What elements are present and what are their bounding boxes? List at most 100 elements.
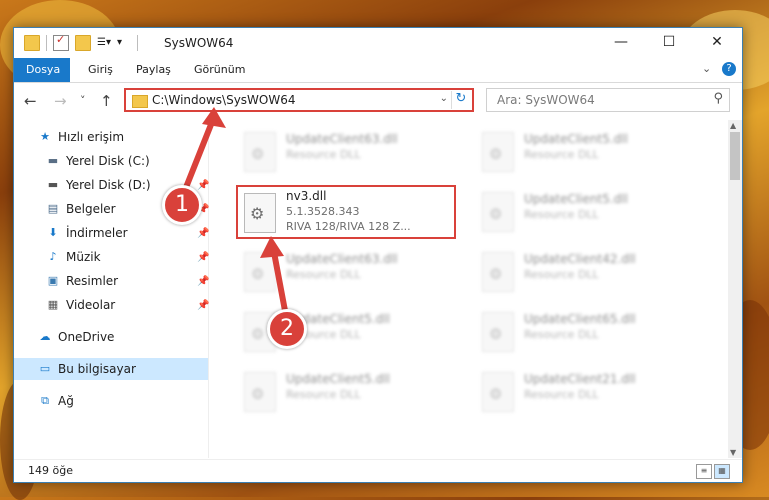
recent-locations-button[interactable]: ˅ bbox=[80, 94, 86, 107]
navigation-bar: ← → ˅ ↑ C:\Windows\SysWOW64 ⌄ ↻ Ara: Sys… bbox=[14, 83, 742, 119]
sidebar-item-label: OneDrive bbox=[58, 330, 115, 344]
tab-file[interactable]: Dosya bbox=[14, 58, 70, 82]
sidebar-item-pictures[interactable]: ▣ Resimler bbox=[46, 270, 118, 292]
network-icon: ⧉ bbox=[41, 394, 49, 407]
window-title: SysWOW64 bbox=[164, 36, 234, 50]
details-view-icon[interactable]: ≡ bbox=[696, 464, 712, 479]
item-count: 149 öğe bbox=[28, 464, 73, 477]
tab-view[interactable]: Görünüm bbox=[182, 58, 257, 82]
sidebar-item-disk-d[interactable]: ▬ Yerel Disk (D:) bbox=[46, 174, 151, 196]
pin-icon[interactable]: 📌 bbox=[197, 252, 209, 263]
search-placeholder: Ara: SysWOW64 bbox=[497, 93, 595, 107]
new-folder-icon[interactable] bbox=[75, 35, 91, 51]
file-tile[interactable]: UpdateClient63.dll Resource DLL bbox=[236, 248, 456, 300]
pin-icon[interactable]: 📌 bbox=[197, 180, 209, 191]
minimize-button[interactable]: — bbox=[598, 28, 644, 58]
file-tile[interactable]: UpdateClient65.dll Resource DLL bbox=[474, 308, 694, 360]
dll-file-icon bbox=[244, 193, 276, 233]
vertical-scrollbar[interactable]: ▲ ▼ bbox=[728, 120, 742, 458]
star-icon: ★ bbox=[40, 130, 50, 143]
folder-icon bbox=[24, 35, 40, 51]
dll-file-icon bbox=[482, 132, 514, 172]
file-version: 5.1.3528.343 bbox=[286, 205, 360, 218]
sidebar-item-label: Yerel Disk (C:) bbox=[66, 154, 150, 168]
step-1-badge: 1 bbox=[162, 185, 202, 225]
sidebar-item-label: Videolar bbox=[66, 298, 116, 312]
address-path[interactable]: C:\Windows\SysWOW64 bbox=[152, 93, 296, 107]
video-icon: ▦ bbox=[47, 298, 59, 311]
sidebar-item-downloads[interactable]: ⬇ İndirmeler bbox=[46, 222, 128, 244]
maximize-button[interactable]: ☐ bbox=[646, 28, 692, 58]
file-tile[interactable]: UpdateClient5.dll Resource DLL bbox=[474, 128, 694, 180]
customize-toolbar-icon[interactable]: ☰▾ bbox=[97, 36, 111, 50]
sidebar-item-quick-access[interactable]: ★ Hızlı erişim bbox=[38, 126, 124, 148]
sidebar-item-network[interactable]: ⧉ Ağ bbox=[38, 390, 74, 412]
ribbon-tabs: Dosya Giriş Paylaş Görünüm ⌄ ? bbox=[14, 58, 742, 83]
refresh-button[interactable]: ↻ bbox=[451, 91, 470, 109]
drive-icon: ▬ bbox=[47, 178, 59, 191]
sidebar-item-disk-c[interactable]: ▬ Yerel Disk (C:) bbox=[46, 150, 150, 172]
pictures-icon: ▣ bbox=[47, 274, 59, 287]
pin-icon[interactable]: 📌 bbox=[197, 300, 209, 311]
dll-file-icon bbox=[482, 192, 514, 232]
file-tile[interactable]: UpdateClient5.dll Resource DLL bbox=[236, 368, 456, 420]
folder-icon bbox=[132, 95, 148, 108]
address-bar[interactable]: C:\Windows\SysWOW64 ⌄ ↻ bbox=[124, 88, 474, 112]
status-bar: 149 öğe ≡ ▦ bbox=[14, 459, 742, 482]
sidebar-item-videos[interactable]: ▦ Videolar bbox=[46, 294, 115, 316]
cloud-icon: ☁ bbox=[39, 330, 51, 343]
close-button[interactable]: ✕ bbox=[694, 28, 740, 58]
title-bar: ☰▾ ▾ SysWOW64 — ☐ ✕ bbox=[14, 28, 742, 58]
sidebar-item-label: Belgeler bbox=[66, 202, 116, 216]
sidebar-item-this-pc[interactable]: ▭ Bu bilgisayar bbox=[14, 358, 208, 380]
up-button[interactable]: ↑ bbox=[100, 92, 113, 110]
download-icon: ⬇ bbox=[48, 226, 58, 239]
sidebar-item-label: Hızlı erişim bbox=[58, 130, 125, 144]
step-2-badge: 2 bbox=[267, 309, 307, 349]
scroll-thumb[interactable] bbox=[730, 132, 740, 180]
properties-icon[interactable] bbox=[53, 33, 69, 51]
file-tile[interactable]: UpdateClient5.dll Resource DLL bbox=[474, 188, 694, 240]
file-description: RIVA 128/RIVA 128 Z... bbox=[286, 220, 411, 233]
documents-icon: ▤ bbox=[47, 202, 59, 215]
tab-share[interactable]: Paylaş bbox=[124, 58, 183, 82]
search-icon[interactable]: ⚲ bbox=[713, 91, 723, 106]
sidebar-item-label: Resimler bbox=[66, 274, 119, 288]
file-tile[interactable]: UpdateClient63.dll Resource DLL bbox=[236, 128, 456, 180]
sidebar-item-documents[interactable]: ▤ Belgeler bbox=[46, 198, 116, 220]
dll-file-icon bbox=[482, 372, 514, 412]
explorer-window: ☰▾ ▾ SysWOW64 — ☐ ✕ Dosya Giriş Paylaş G… bbox=[13, 27, 743, 483]
forward-button[interactable]: → bbox=[54, 92, 67, 110]
music-icon: ♪ bbox=[49, 250, 57, 263]
pin-icon[interactable]: 📌 bbox=[197, 228, 209, 239]
address-dropdown-icon[interactable]: ⌄ bbox=[440, 93, 448, 104]
file-list: UpdateClient63.dll Resource DLL UpdateCl… bbox=[210, 120, 728, 458]
sidebar-item-onedrive[interactable]: ☁ OneDrive bbox=[38, 326, 115, 348]
dll-file-icon bbox=[244, 252, 276, 292]
sidebar-item-music[interactable]: ♪ Müzik bbox=[46, 246, 101, 268]
scroll-up-icon[interactable]: ▲ bbox=[730, 121, 736, 130]
pin-icon[interactable]: 📌 bbox=[197, 276, 209, 287]
dll-file-icon bbox=[482, 252, 514, 292]
toolbar-dropdown-icon[interactable]: ▾ bbox=[117, 36, 131, 50]
file-tile-selected[interactable]: nv3.dll 5.1.3528.343 RIVA 128/RIVA 128 Z… bbox=[236, 185, 456, 239]
dll-file-icon bbox=[244, 132, 276, 172]
drive-icon: ▬ bbox=[47, 154, 59, 167]
sidebar-item-label: Ağ bbox=[58, 394, 74, 408]
quick-access-toolbar: ☰▾ ▾ bbox=[24, 33, 138, 51]
file-name: nv3.dll bbox=[286, 189, 327, 203]
sidebar-item-label: Bu bilgisayar bbox=[58, 362, 136, 376]
dll-file-icon bbox=[482, 312, 514, 352]
sidebar-item-label: Müzik bbox=[66, 250, 101, 264]
help-icon[interactable]: ? bbox=[722, 62, 736, 76]
back-button[interactable]: ← bbox=[24, 92, 37, 110]
file-tile[interactable]: UpdateClient42.dll Resource DLL bbox=[474, 248, 694, 300]
sidebar-item-label: İndirmeler bbox=[66, 226, 128, 240]
tab-home[interactable]: Giriş bbox=[76, 58, 125, 82]
dll-file-icon bbox=[244, 372, 276, 412]
chevron-down-icon[interactable]: ⌄ bbox=[702, 62, 711, 75]
scroll-down-icon[interactable]: ▼ bbox=[730, 448, 736, 457]
tiles-view-icon[interactable]: ▦ bbox=[714, 464, 730, 479]
search-input[interactable]: Ara: SysWOW64 ⚲ bbox=[486, 88, 730, 112]
file-tile[interactable]: UpdateClient21.dll Resource DLL bbox=[474, 368, 694, 420]
